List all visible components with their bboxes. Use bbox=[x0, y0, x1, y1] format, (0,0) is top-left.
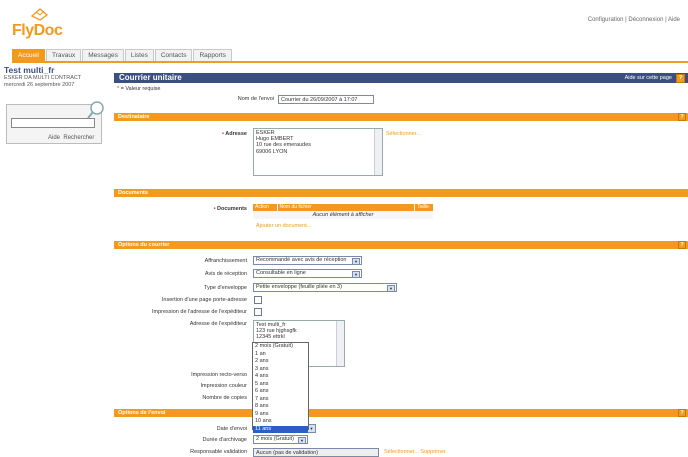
add-document-link[interactable]: Ajouter un document... bbox=[256, 223, 311, 229]
dropdown-option[interactable]: 5 ans bbox=[253, 381, 308, 389]
archive-select[interactable]: 2 mois (Gratuit) ▼ bbox=[253, 435, 308, 444]
configuration-link[interactable]: Configuration bbox=[588, 17, 624, 23]
print-sender-checkbox[interactable] bbox=[254, 308, 262, 316]
franking-label: Affranchissement bbox=[204, 258, 247, 264]
send-date-label: Date d'envoi bbox=[216, 426, 247, 432]
search-link[interactable]: Rechercher bbox=[63, 135, 94, 141]
dropdown-option[interactable]: 10 ans bbox=[253, 418, 308, 426]
send-name-label: Nom de l'envoi bbox=[237, 96, 274, 102]
magnifier-icon bbox=[87, 101, 104, 119]
section-recipient-title: Destinataire bbox=[118, 114, 150, 120]
section-recipient: Destinataire ? bbox=[114, 113, 688, 121]
help-question-icon[interactable]: ? bbox=[678, 113, 686, 121]
envelope-label: Type d'enveloppe bbox=[204, 285, 247, 291]
help-link[interactable]: Aide bbox=[668, 17, 680, 23]
address-scrollbar[interactable] bbox=[374, 129, 382, 175]
dropdown-option[interactable]: 9 ans bbox=[253, 411, 308, 419]
address-textarea[interactable]: ESKER Hugo EMBERT 10 rue des emeraudes 6… bbox=[253, 128, 383, 176]
page-header: Courrier unitaire Aide sur cette page ? bbox=[114, 73, 688, 83]
dropdown-option[interactable]: 3 ans bbox=[253, 366, 308, 374]
current-date: mercredi 26 septembre 2007 bbox=[4, 82, 75, 88]
print-sender-label: Impression de l'adresse de l'expéditeur bbox=[151, 309, 247, 315]
franking-select[interactable]: Recommandé avec avis de réception ▼ bbox=[253, 256, 362, 265]
copies-label: Nombre de copies bbox=[202, 395, 247, 401]
sender-address-line: 12345 ettrkl bbox=[256, 334, 285, 341]
help-question-icon[interactable]: ? bbox=[676, 74, 685, 83]
section-documents-title: Documents bbox=[118, 190, 148, 196]
dropdown-option[interactable]: 8 ans bbox=[253, 403, 308, 411]
section-documents: Documents bbox=[114, 189, 688, 197]
address-label-text: Adresse bbox=[225, 131, 247, 137]
search-input[interactable] bbox=[11, 118, 95, 128]
chevron-down-icon: ▼ bbox=[352, 258, 360, 265]
receipt-label: Avis de réception bbox=[204, 271, 247, 277]
account-title: Test multi_fr bbox=[4, 65, 55, 75]
envelope-value: Petite enveloppe (feuille pliée en 3) bbox=[256, 284, 342, 290]
tab-underline bbox=[12, 61, 688, 63]
receipt-value: Consultable en ligne bbox=[256, 270, 306, 276]
archive-label: Durée d'archivage bbox=[202, 437, 247, 443]
address-page-checkbox[interactable] bbox=[254, 296, 262, 304]
color-print-label: Impression couleur bbox=[200, 383, 247, 389]
duplex-label: Impression recto-verso bbox=[191, 372, 247, 378]
chevron-down-icon: ▼ bbox=[352, 271, 360, 278]
logo-text: FlyDoc bbox=[12, 22, 63, 39]
dropdown-option[interactable]: 1 an bbox=[253, 351, 308, 359]
dropdown-option[interactable]: 4 ans bbox=[253, 373, 308, 381]
logout-link[interactable]: Déconnexion bbox=[628, 17, 663, 23]
dropdown-option[interactable]: 7 ans bbox=[253, 396, 308, 404]
section-send-options-title: Options de l'envoi bbox=[118, 410, 166, 416]
sender-address-scrollbar[interactable] bbox=[336, 321, 344, 366]
header-links: Configuration | Déconnexion | Aide bbox=[588, 17, 680, 23]
archive-value: 2 mois (Gratuit) bbox=[256, 436, 294, 442]
address-label: • Adresse bbox=[222, 131, 247, 137]
account-subtitle: ESKER DA MULTI CONTRACT bbox=[4, 75, 82, 81]
search-help-link[interactable]: Aide bbox=[48, 135, 60, 141]
section-mail-options: Options du courrier ? bbox=[114, 241, 688, 249]
dropdown-option-selected[interactable]: 11 ans bbox=[253, 425, 308, 433]
help-question-icon[interactable]: ? bbox=[678, 241, 686, 249]
section-send-options: Options de l'envoi ? bbox=[114, 409, 688, 417]
documents-table-header: Action Nom du fichier Taille bbox=[253, 204, 433, 211]
address-line: 69006 LYON bbox=[256, 148, 288, 155]
chevron-down-icon: ▼ bbox=[298, 437, 306, 444]
select-recipient-link[interactable]: Sélectionner... bbox=[386, 131, 421, 137]
col-size[interactable]: Taille bbox=[415, 204, 433, 211]
receipt-select[interactable]: Consultable en ligne ▼ bbox=[253, 269, 362, 278]
envelope-select[interactable]: Petite enveloppe (feuille pliée en 3) ▼ bbox=[253, 283, 397, 292]
required-note: * = Valeur requise bbox=[117, 86, 161, 92]
separator: | bbox=[665, 17, 667, 23]
page-title: Courrier unitaire bbox=[119, 73, 182, 82]
col-action[interactable]: Action bbox=[253, 204, 278, 211]
documents-table: Action Nom du fichier Taille Aucun éléme… bbox=[253, 204, 433, 219]
documents-empty: Aucun élément à afficher bbox=[253, 211, 433, 219]
validator-links[interactable]: Sélectionner... Supprimer bbox=[384, 449, 446, 455]
col-filename[interactable]: Nom du fichier bbox=[278, 204, 416, 211]
section-mail-options-title: Options du courrier bbox=[118, 242, 170, 248]
dropdown-option[interactable]: 2 ans bbox=[253, 358, 308, 366]
main-tabs: Accueil Travaux Messages Listes Contacts… bbox=[12, 49, 233, 62]
separator: | bbox=[625, 17, 627, 23]
dropdown-option[interactable]: 2 mois (Gratuit) bbox=[253, 343, 308, 351]
search-links: Aide Rechercher bbox=[48, 135, 94, 141]
franking-value: Recommandé avec avis de réception bbox=[256, 257, 347, 263]
send-name-input[interactable]: Courrier du 26/09/2007 à 17:07 bbox=[278, 95, 374, 104]
envelope-plane-icon bbox=[30, 8, 49, 21]
help-question-icon[interactable]: ? bbox=[678, 409, 686, 417]
archive-dropdown-list: 2 mois (Gratuit) 1 an 2 ans 3 ans 4 ans … bbox=[252, 342, 309, 433]
page-help-link[interactable]: Aide sur cette page bbox=[625, 73, 672, 83]
required-note-text: = Valeur requise bbox=[120, 86, 161, 92]
dropdown-option[interactable]: 6 ans bbox=[253, 388, 308, 396]
flydoc-logo: FlyDoc bbox=[12, 6, 72, 42]
sender-address-label: Adresse de l'expéditeur bbox=[189, 321, 247, 327]
documents-label: • Documents bbox=[213, 206, 247, 212]
address-page-label: Insertion d'une page porte-adresse bbox=[161, 297, 247, 303]
validator-label: Responsable validation bbox=[190, 449, 247, 455]
chevron-down-icon: ▼ bbox=[387, 285, 395, 292]
documents-label-text: Documents bbox=[217, 206, 247, 212]
